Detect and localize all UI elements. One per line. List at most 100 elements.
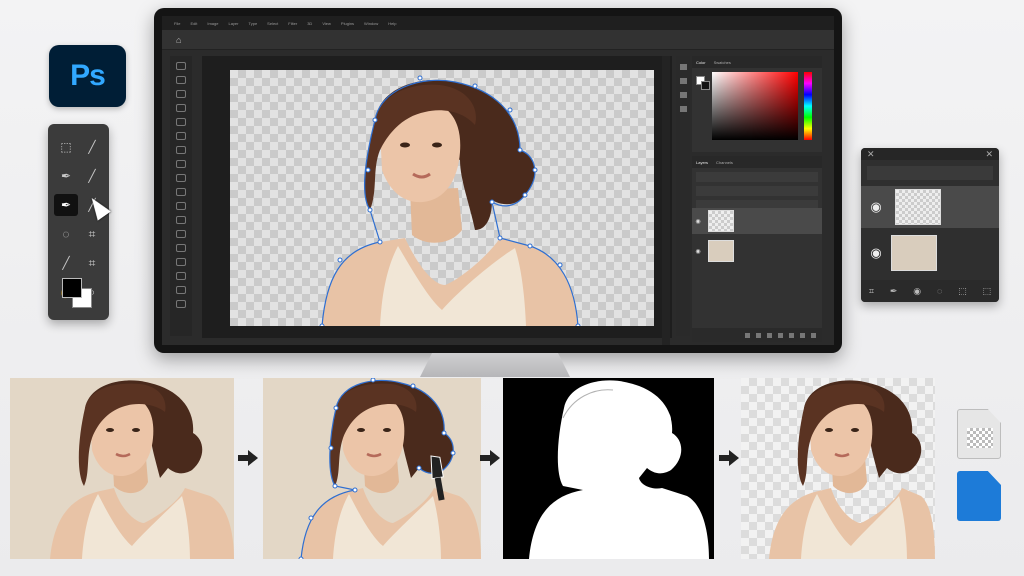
floating-toolbar: ⬚ ╱ ✒ ╱ ✒ ╱ ◌ ⌗ ╱ ⌗ ✋ ⌕ [48, 124, 109, 320]
eye-icon[interactable]: ◉ [692, 218, 704, 225]
close-icon[interactable]: ✕ [867, 149, 875, 160]
pen-tool-icon[interactable]: ✒ [54, 194, 78, 216]
new-layer-icon[interactable] [800, 332, 805, 338]
mask-icon[interactable] [767, 332, 772, 338]
collapse-icon[interactable]: ✕ [985, 149, 993, 160]
arrow-right-icon [480, 450, 500, 466]
floating-layer-cutout[interactable]: ◉ [861, 186, 999, 228]
menu-file[interactable]: File [174, 21, 180, 26]
photoshop-window: File Edit Image Layer Type Select Filter… [162, 16, 834, 345]
eye-icon[interactable]: ◉ [692, 248, 704, 255]
options-bar: ⌂ [162, 30, 834, 50]
tool-slot[interactable] [176, 216, 186, 224]
step-pen-selection [263, 378, 481, 559]
hue-slider[interactable] [804, 72, 812, 140]
canvas[interactable] [230, 70, 654, 326]
pen-icon[interactable]: ✒ [54, 165, 78, 187]
tool-slot[interactable] [176, 188, 186, 196]
folder-icon[interactable] [789, 332, 794, 338]
home-icon[interactable]: ⌂ [176, 35, 181, 45]
tool-slot[interactable] [176, 104, 186, 112]
tool-slot[interactable] [176, 300, 186, 308]
menu-help[interactable]: Help [388, 21, 396, 26]
arrow-right-icon [238, 450, 258, 466]
layer-thumbnail-original [891, 235, 937, 271]
fx-icon[interactable]: ✒ [890, 286, 898, 297]
tool-slot[interactable] [176, 244, 186, 252]
eye-icon[interactable]: ◉ [861, 245, 891, 261]
tool-slot[interactable] [176, 230, 186, 238]
menu-select[interactable]: Select [267, 21, 278, 26]
menu-3d[interactable]: 3D [307, 21, 312, 26]
mini-background-swatch[interactable] [701, 81, 710, 90]
layer-thumbnail-original [708, 240, 734, 262]
tool-slot[interactable] [176, 174, 186, 182]
floating-layers-panel: ✕ ✕ ◉ ◉ ⌗ ✒ ◉ ◌ ⬚ ⬚ [861, 148, 999, 302]
photoshop-logo: Ps [49, 45, 126, 107]
folder-icon[interactable]: ⬚ [958, 286, 967, 297]
link-icon[interactable] [745, 332, 750, 338]
fx-icon[interactable] [756, 332, 761, 338]
subject-cutout [319, 75, 581, 326]
link-icon[interactable]: ⌗ [869, 286, 874, 297]
adjustment-icon[interactable] [778, 332, 783, 338]
menu-bar: File Edit Image Layer Type Select Filter… [162, 16, 834, 30]
tab-color[interactable]: Color [696, 60, 706, 65]
panel-icon[interactable] [679, 64, 687, 70]
panel-icons-strip [676, 56, 690, 336]
color-picker-field[interactable] [712, 72, 798, 140]
panel-icon[interactable] [679, 106, 687, 112]
menu-plugins[interactable]: Plugins [341, 21, 354, 26]
eraser-icon[interactable]: ╱ [54, 252, 78, 274]
layer-thumbnail-cutout [708, 210, 734, 232]
layer-search[interactable] [867, 166, 993, 180]
panel-icon[interactable] [679, 78, 687, 84]
blend-mode-bar[interactable] [696, 186, 818, 196]
tool-slot[interactable] [176, 160, 186, 168]
tool-slot[interactable] [176, 146, 186, 154]
foreground-color-swatch[interactable] [62, 278, 82, 298]
tab-channels[interactable]: Channels [716, 160, 733, 165]
lasso-icon[interactable]: ◌ [54, 223, 78, 245]
layer-thumbnail-cutout [895, 189, 941, 225]
floating-layer-original[interactable]: ◉ [861, 232, 999, 274]
color-panel: Color Swatches [692, 56, 822, 152]
menu-filter[interactable]: Filter [288, 21, 297, 26]
menu-window[interactable]: Window [364, 21, 378, 26]
transform-icon[interactable]: ⌗ [80, 252, 104, 274]
trash-icon[interactable]: ⬚ [983, 286, 992, 297]
layers-footer [692, 328, 822, 342]
mask-icon[interactable]: ◉ [913, 286, 921, 297]
step-original-photo [10, 378, 234, 559]
trash-icon[interactable] [811, 332, 816, 338]
adjustment-icon[interactable]: ◌ [937, 286, 942, 296]
menu-image[interactable]: Image [207, 21, 218, 26]
menu-edit[interactable]: Edit [190, 21, 197, 26]
menu-type[interactable]: Type [249, 21, 258, 26]
tool-slot[interactable] [176, 62, 186, 70]
brush-alt-icon[interactable]: ╱ [80, 165, 104, 187]
tool-slot[interactable] [176, 272, 186, 280]
crop-icon[interactable]: ⌗ [80, 223, 104, 245]
tool-slot[interactable] [176, 202, 186, 210]
layer-row-original[interactable]: ◉ [692, 238, 822, 264]
tool-slot[interactable] [176, 258, 186, 266]
panel-icon[interactable] [679, 92, 687, 98]
tool-slot[interactable] [176, 286, 186, 294]
tool-slot[interactable] [176, 76, 186, 84]
menu-layer[interactable]: Layer [228, 21, 238, 26]
layer-filter-bar[interactable] [696, 172, 818, 182]
step-transparent-result [741, 378, 935, 559]
layers-panel: Layers Channels ◉ ◉ [692, 156, 822, 342]
brush-icon[interactable]: ╱ [80, 136, 104, 158]
tab-layers[interactable]: Layers [696, 160, 708, 165]
layer-row-cutout[interactable]: ◉ [692, 208, 822, 234]
tool-slot[interactable] [176, 90, 186, 98]
marquee-icon[interactable]: ⬚ [54, 136, 78, 158]
tab-swatches[interactable]: Swatches [714, 60, 731, 65]
eye-icon[interactable]: ◉ [861, 199, 891, 215]
tool-slot[interactable] [176, 132, 186, 140]
menu-view[interactable]: View [322, 21, 331, 26]
tool-slot[interactable] [176, 118, 186, 126]
vertical-scrollbar[interactable] [662, 56, 670, 345]
